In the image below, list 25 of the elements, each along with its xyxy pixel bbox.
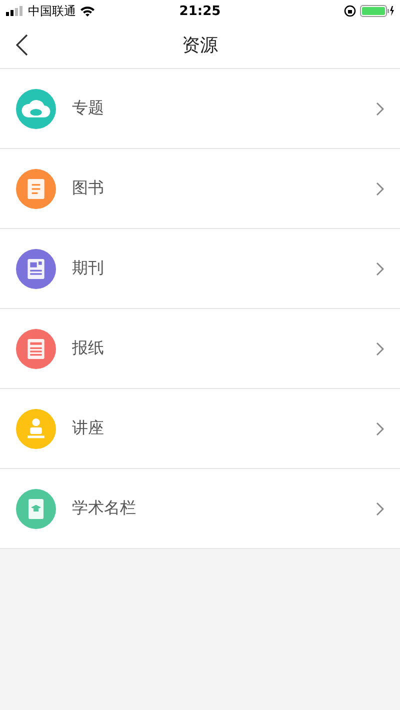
carrier-name: 中国联通 — [28, 2, 76, 20]
resource-row[interactable]: 期刊 — [0, 229, 400, 309]
chevron-icon — [376, 502, 384, 516]
wifi-icon — [80, 6, 95, 16]
signal-icon — [6, 6, 24, 16]
resource-row[interactable]: 专题 — [0, 69, 400, 149]
chevron-icon — [376, 422, 384, 436]
rotation-lock-icon — [344, 5, 356, 17]
resource-label: 讲座 — [72, 418, 105, 439]
resource-row[interactable]: 学术名栏 — [0, 469, 400, 549]
resource-row[interactable]: 图书 — [0, 149, 400, 229]
battery-icon — [360, 5, 394, 17]
clock-time: 21:25 — [179, 4, 221, 18]
resource-label: 专题 — [72, 98, 105, 119]
resource-label: 学术名栏 — [72, 498, 137, 519]
resource-row[interactable]: 报纸 — [0, 309, 400, 389]
chevron-icon — [376, 102, 384, 116]
chevron-icon — [376, 182, 384, 196]
resource-label: 图书 — [72, 178, 105, 199]
resource-label: 期刊 — [72, 258, 105, 279]
page-title: 资源 — [182, 34, 218, 57]
resource-label: 报纸 — [72, 338, 105, 359]
resource-row[interactable]: 讲座 — [0, 389, 400, 469]
chevron-icon — [376, 262, 384, 276]
chevron-icon — [376, 342, 384, 356]
